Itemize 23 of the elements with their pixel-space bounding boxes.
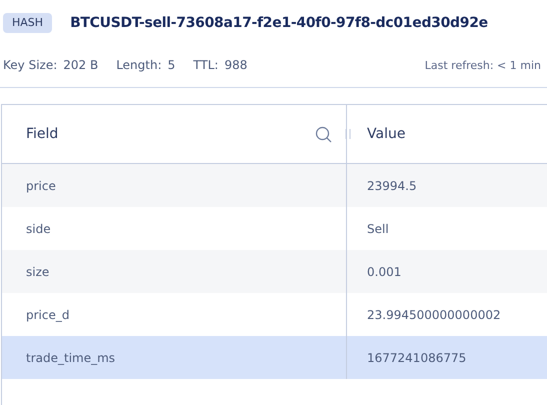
resize-handle-icon[interactable]	[345, 129, 351, 139]
table-row[interactable]: trade_time_ms 1677241086775	[2, 336, 547, 379]
meta-value: 5	[168, 58, 176, 72]
meta-label: Length:	[116, 58, 162, 72]
column-header: Value	[367, 126, 406, 142]
meta-label: Key Size:	[3, 58, 58, 72]
value-cell: 1677241086775	[346, 336, 547, 379]
field-cell-text: trade_time_ms	[25, 350, 116, 367]
field-cell-text: side	[25, 220, 52, 238]
last-refresh: Last refresh: < 1 min	[424, 58, 541, 72]
meta-value: 988	[224, 58, 248, 72]
search-icon	[315, 126, 332, 142]
type-badge: HASH	[3, 13, 52, 33]
table-row[interactable]: price 23994.5	[2, 164, 547, 207]
field-cell-text: size	[25, 264, 50, 280]
field-cell-text: price	[25, 178, 57, 194]
column-header: Field	[26, 126, 58, 142]
field-cell-text: price_d	[25, 306, 70, 324]
meta-value: 202 B	[63, 58, 98, 72]
key-name: BTCUSDT-sell-73608a17-f2e1-40f0-97f8-dc01ed30d92e	[70, 15, 488, 31]
search-button[interactable]	[315, 126, 332, 142]
table-row[interactable]: size 0.001	[2, 250, 547, 293]
meta-label: TTL:	[193, 58, 218, 72]
